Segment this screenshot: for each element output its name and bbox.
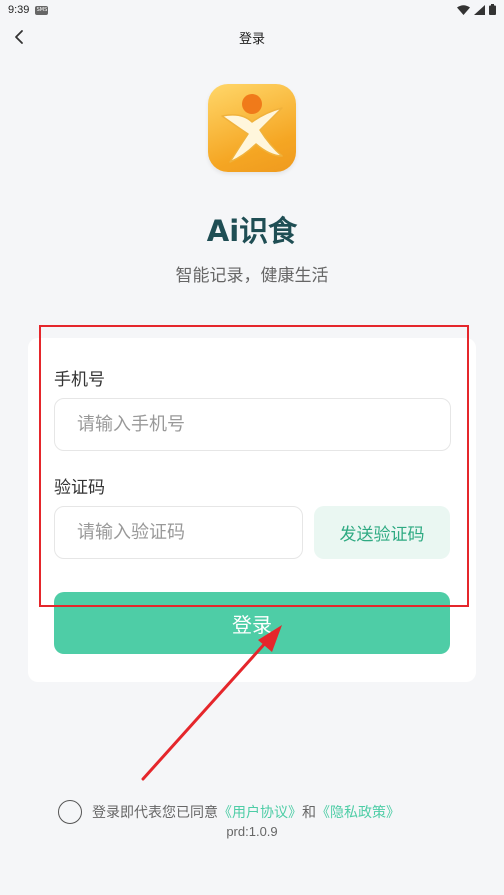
agreement-prefix: 登录即代表您已同意 [92, 805, 218, 821]
agreement-row: 登录即代表您已同意 《用户协议》 和 《隐私政策》 [58, 800, 400, 824]
app-version: prd:1.0.9 [226, 824, 278, 839]
signal-icon [474, 4, 485, 15]
code-label: 验证码 [54, 478, 105, 498]
running-figure-icon [221, 94, 283, 163]
nav-bar: 登录 [0, 22, 504, 52]
app-name: Ai识食 [206, 214, 298, 248]
app-slogan: 智能记录，健康生活 [175, 266, 329, 286]
status-time: 9:39 [8, 4, 30, 16]
phone-input[interactable] [77, 414, 450, 435]
code-field[interactable] [54, 506, 303, 559]
phone-label: 手机号 [54, 370, 105, 390]
login-button[interactable]: 登录 [54, 592, 450, 654]
user-agreement-link[interactable]: 《用户协议》 [218, 802, 302, 822]
page-title: 登录 [238, 32, 265, 47]
agreement-checkbox[interactable] [58, 800, 82, 824]
phone-field[interactable] [54, 398, 451, 451]
status-icons [457, 4, 496, 15]
status-bar: 9:39 SMS [0, 0, 504, 20]
wifi-icon [457, 4, 470, 15]
battery-icon [489, 4, 496, 15]
privacy-policy-link[interactable]: 《隐私政策》 [316, 802, 400, 822]
app-logo [208, 84, 296, 172]
code-input[interactable] [77, 522, 302, 543]
agreement-conjunction: 和 [302, 805, 316, 821]
login-form-card: 手机号 验证码 发送验证码 登录 [28, 338, 476, 682]
sms-notification-icon: SMS [35, 5, 49, 15]
send-code-button[interactable]: 发送验证码 [314, 506, 450, 559]
